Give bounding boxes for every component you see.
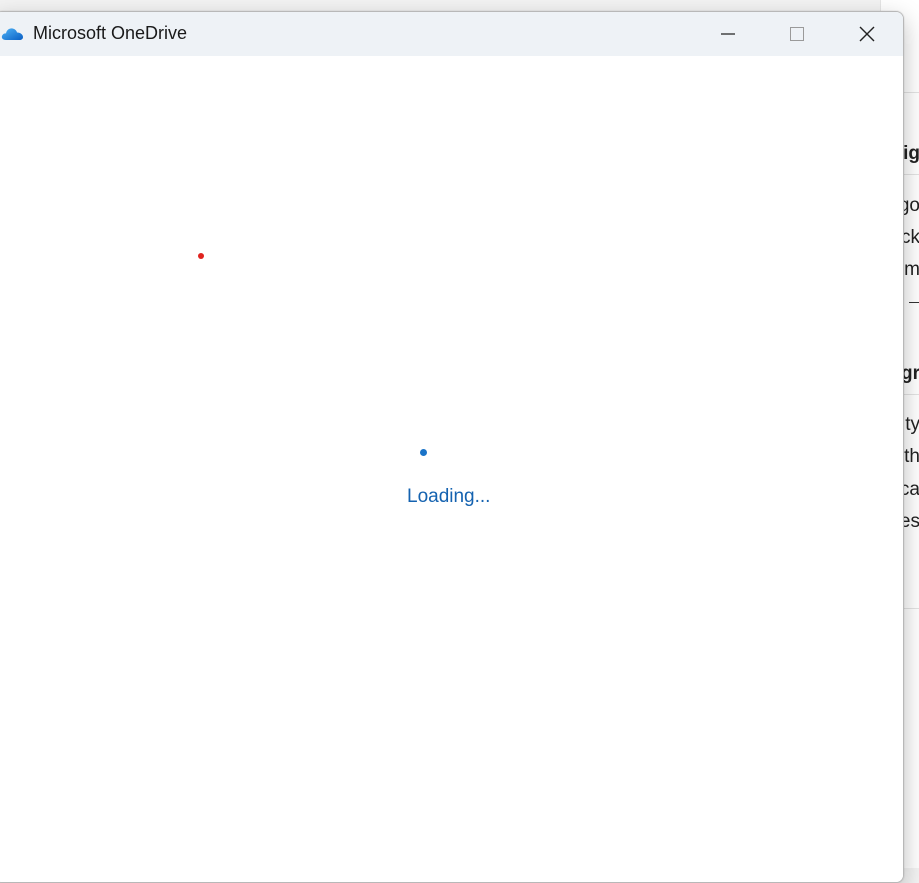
loading-label: Loading... xyxy=(407,486,491,507)
minimize-button[interactable] xyxy=(694,12,762,56)
onedrive-cloud-icon xyxy=(0,24,24,42)
minimize-icon xyxy=(720,26,736,42)
window-title: Microsoft OneDrive xyxy=(33,23,188,43)
close-icon xyxy=(858,25,876,43)
loading-spinner xyxy=(420,449,427,456)
background-dash xyxy=(909,302,919,303)
maximize-icon xyxy=(789,26,805,42)
close-button[interactable] xyxy=(833,12,901,56)
cursor-indicator-dot xyxy=(198,253,204,259)
onedrive-window: Microsoft OneDrive Loading... xyxy=(0,11,904,883)
maximize-button[interactable] xyxy=(763,12,831,56)
title-bar[interactable]: Microsoft OneDrive xyxy=(0,12,903,56)
loading-content: Loading... xyxy=(0,56,903,882)
